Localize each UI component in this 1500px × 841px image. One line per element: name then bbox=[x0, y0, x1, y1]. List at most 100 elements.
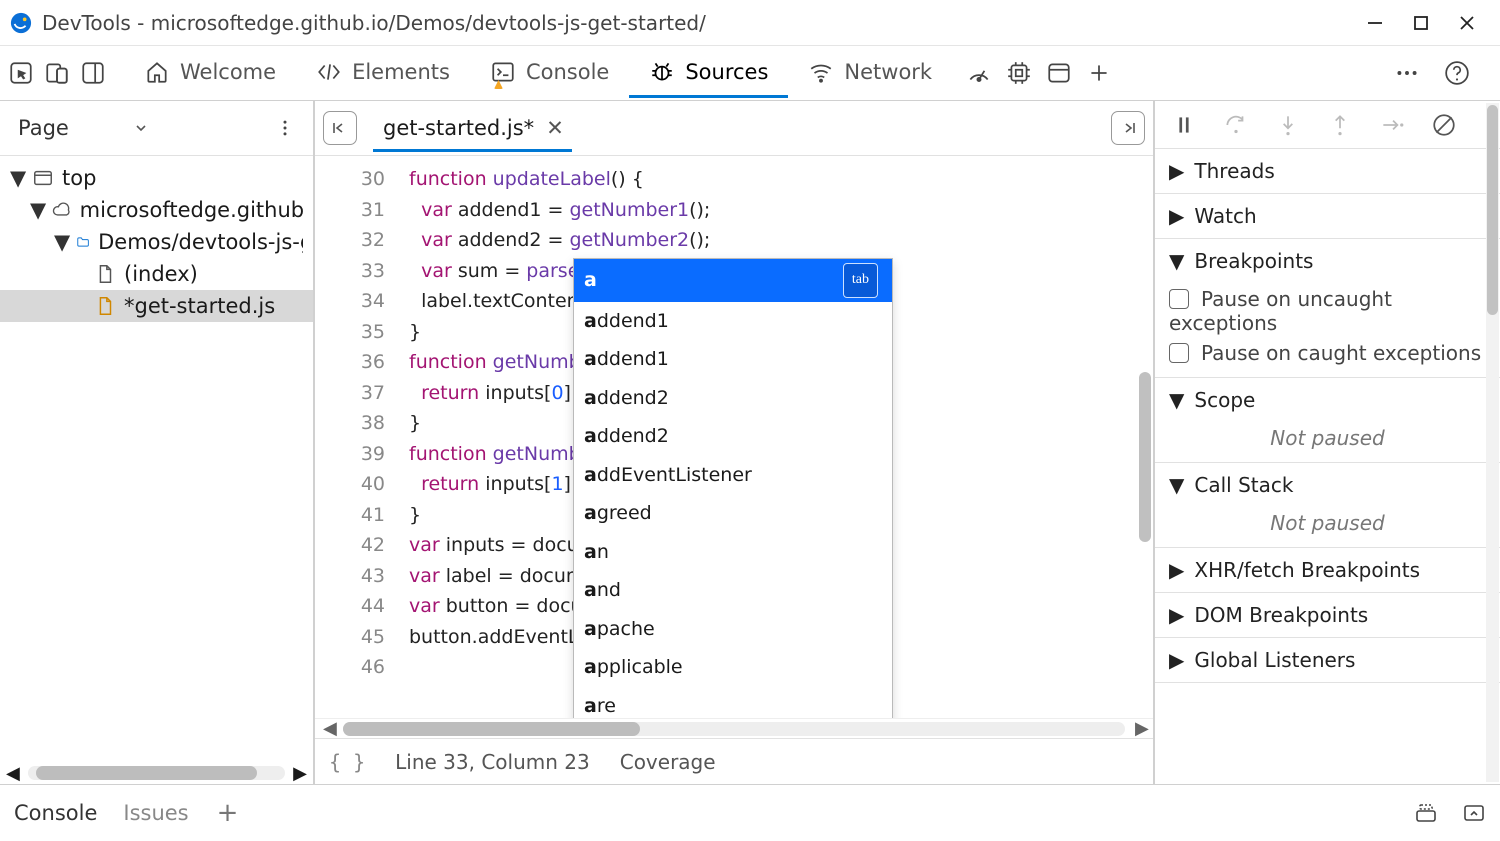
drawer-tab-issues[interactable]: Issues bbox=[123, 801, 188, 825]
tab-network[interactable]: Network bbox=[788, 49, 952, 98]
coverage-label: Coverage bbox=[620, 750, 716, 774]
tab-label: Welcome bbox=[180, 60, 276, 84]
workspace: Page ▼ top ▼ microsoftedge.github.io ▼ D… bbox=[0, 101, 1500, 785]
bug-icon bbox=[649, 59, 675, 85]
debugger-vscroll[interactable] bbox=[1486, 103, 1499, 782]
autocomplete-popup[interactable]: atabaddend1addend1addend2addend2addEvent… bbox=[573, 258, 893, 718]
tab-console[interactable]: Console bbox=[470, 49, 629, 98]
section-label: Breakpoints bbox=[1194, 249, 1313, 273]
step-icon bbox=[1379, 112, 1405, 138]
tree-file-index[interactable]: (index) bbox=[0, 258, 313, 290]
checkbox[interactable] bbox=[1169, 289, 1189, 309]
autocomplete-item[interactable]: addEventListener bbox=[574, 456, 892, 495]
main-tabstrip: Welcome Elements Console Sources Network bbox=[0, 46, 1500, 101]
memory-icon[interactable] bbox=[1006, 60, 1032, 86]
deactivate-breakpoints-icon[interactable] bbox=[1431, 112, 1457, 138]
section-xhr[interactable]: ▶XHR/fetch Breakpoints bbox=[1155, 548, 1500, 593]
drawer-tab-console[interactable]: Console bbox=[14, 801, 97, 825]
warning-badge-icon bbox=[494, 80, 503, 89]
section-label: XHR/fetch Breakpoints bbox=[1194, 558, 1420, 582]
line-gutter: 3031323334353637383940414243444546 bbox=[315, 156, 401, 718]
scope-body: Not paused bbox=[1155, 422, 1500, 462]
editor-vscroll[interactable] bbox=[1139, 162, 1153, 708]
tab-sources[interactable]: Sources bbox=[629, 49, 788, 98]
wifi-icon bbox=[808, 59, 834, 85]
dock-side-icon[interactable] bbox=[80, 60, 106, 86]
editor-statusbar: { } Line 33, Column 23 Coverage bbox=[315, 738, 1153, 784]
section-dom[interactable]: ▶DOM Breakpoints bbox=[1155, 593, 1500, 638]
expand-drawer-icon[interactable] bbox=[1414, 801, 1438, 825]
kebab-icon[interactable] bbox=[275, 118, 295, 138]
tab-label: Console bbox=[526, 60, 609, 84]
navigator-pane: Page ▼ top ▼ microsoftedge.github.io ▼ D… bbox=[0, 101, 315, 784]
autocomplete-item[interactable]: addend1 bbox=[574, 302, 892, 341]
window-title: DevTools - microsoftedge.github.io/Demos… bbox=[42, 11, 1348, 35]
tab-label: Network bbox=[844, 60, 932, 84]
window-icon bbox=[32, 167, 54, 189]
window-minimize-icon[interactable] bbox=[1366, 14, 1384, 32]
more-options-icon[interactable] bbox=[1394, 60, 1420, 86]
navigator-hscroll[interactable]: ◀▶ bbox=[0, 762, 313, 784]
tree-domain[interactable]: ▼ microsoftedge.github.io bbox=[0, 194, 313, 226]
step-into-icon bbox=[1275, 112, 1301, 138]
tab-welcome[interactable]: Welcome bbox=[124, 49, 296, 98]
tab-elements[interactable]: Elements bbox=[296, 49, 470, 98]
autocomplete-item[interactable]: apache bbox=[574, 610, 892, 649]
section-global[interactable]: ▶Global Listeners bbox=[1155, 638, 1500, 683]
chevron-down-icon[interactable] bbox=[134, 121, 148, 135]
autocomplete-item[interactable]: addend2 bbox=[574, 417, 892, 456]
section-label: Global Listeners bbox=[1194, 648, 1355, 672]
checkbox[interactable] bbox=[1169, 343, 1189, 363]
section-callstack[interactable]: ▼Call Stack Not paused bbox=[1155, 463, 1500, 548]
callstack-body: Not paused bbox=[1155, 507, 1500, 547]
folder-icon bbox=[76, 231, 90, 253]
file-tab[interactable]: get-started.js* ✕ bbox=[373, 104, 572, 152]
autocomplete-item[interactable]: atab bbox=[574, 259, 892, 302]
collapse-drawer-icon[interactable] bbox=[1462, 801, 1486, 825]
tree-folder[interactable]: ▼ Demos/devtools-js-get-started bbox=[0, 226, 313, 258]
debugger-pane: ▶Threads ▶Watch ▼Breakpoints Pause on un… bbox=[1155, 101, 1500, 784]
pause-icon[interactable] bbox=[1171, 112, 1197, 138]
breakpoint-option[interactable]: Pause on caught exceptions bbox=[1169, 341, 1486, 365]
title-bar: DevTools - microsoftedge.github.io/Demos… bbox=[0, 0, 1500, 46]
autocomplete-item[interactable]: addend2 bbox=[574, 379, 892, 418]
toggle-debugger-button[interactable] bbox=[1111, 111, 1145, 145]
breakpoint-option[interactable]: Pause on uncaught exceptions bbox=[1169, 287, 1486, 335]
section-threads[interactable]: ▶Threads bbox=[1155, 149, 1500, 194]
js-file-icon bbox=[94, 295, 116, 317]
application-icon[interactable] bbox=[1046, 60, 1072, 86]
autocomplete-item[interactable]: applicable bbox=[574, 648, 892, 687]
pretty-print-icon[interactable]: { } bbox=[329, 750, 365, 774]
device-emulation-icon[interactable] bbox=[44, 60, 70, 86]
add-tab-icon[interactable] bbox=[1086, 60, 1112, 86]
cloud-icon bbox=[52, 199, 72, 221]
autocomplete-item[interactable]: addend1 bbox=[574, 340, 892, 379]
editor-hscroll[interactable]: ◀▶ bbox=[315, 718, 1153, 738]
tree-file-getstarted[interactable]: *get-started.js bbox=[0, 290, 313, 322]
section-watch[interactable]: ▶Watch bbox=[1155, 194, 1500, 239]
step-out-icon bbox=[1327, 112, 1353, 138]
home-icon bbox=[144, 59, 170, 85]
window-maximize-icon[interactable] bbox=[1412, 14, 1430, 32]
autocomplete-item[interactable]: are bbox=[574, 687, 892, 719]
section-scope[interactable]: ▼Scope Not paused bbox=[1155, 378, 1500, 463]
drawer-add-icon[interactable]: + bbox=[217, 798, 239, 828]
help-icon[interactable] bbox=[1444, 60, 1470, 86]
performance-icon[interactable] bbox=[966, 60, 992, 86]
section-label: Watch bbox=[1194, 204, 1256, 228]
inspect-element-icon[interactable] bbox=[8, 60, 34, 86]
code-editor[interactable]: 3031323334353637383940414243444546 funct… bbox=[315, 156, 1153, 718]
autocomplete-item[interactable]: agreed bbox=[574, 494, 892, 533]
document-icon bbox=[94, 263, 116, 285]
code-icon bbox=[316, 59, 342, 85]
autocomplete-item[interactable]: an bbox=[574, 533, 892, 572]
navigator-dropdown[interactable]: Page bbox=[18, 116, 122, 140]
section-breakpoints[interactable]: ▼Breakpoints Pause on uncaught exception… bbox=[1155, 239, 1500, 378]
tree-top[interactable]: ▼ top bbox=[0, 162, 313, 194]
window-close-icon[interactable] bbox=[1458, 14, 1476, 32]
tree-label: *get-started.js bbox=[124, 294, 275, 318]
close-tab-icon[interactable]: ✕ bbox=[546, 116, 564, 140]
tree-label: top bbox=[62, 166, 96, 190]
toggle-navigator-button[interactable] bbox=[323, 111, 357, 145]
autocomplete-item[interactable]: and bbox=[574, 571, 892, 610]
